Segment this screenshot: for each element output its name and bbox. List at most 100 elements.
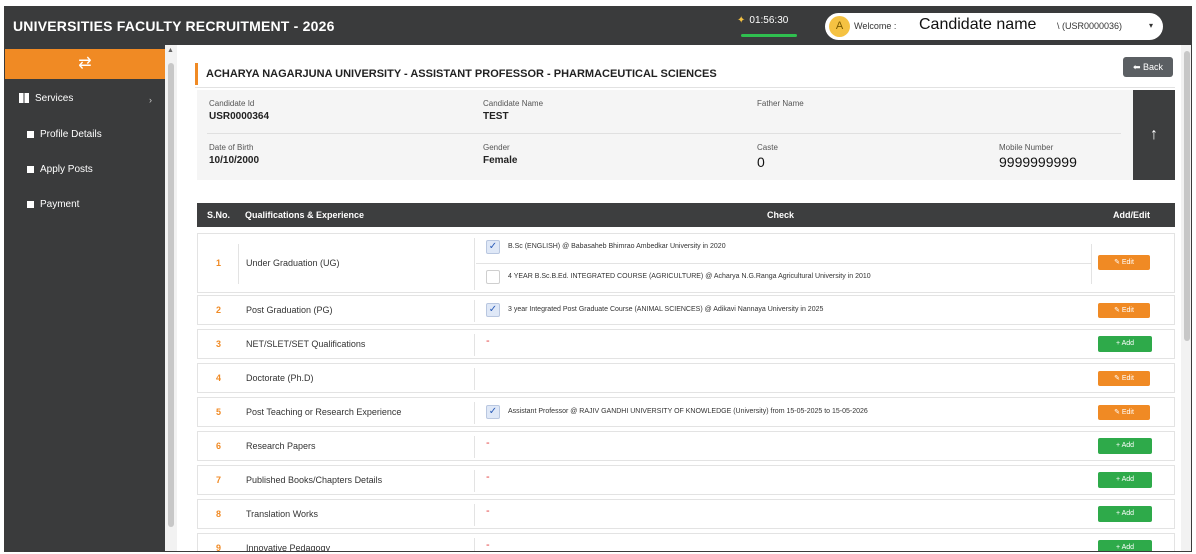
dob-label: Date of Birth xyxy=(209,143,254,152)
edit-label: Edit xyxy=(1121,259,1134,266)
sidebar-item-services[interactable]: Services xyxy=(19,93,73,104)
row-sno: 7 xyxy=(216,475,222,485)
scroll-to-top-button[interactable]: ↑ xyxy=(1133,90,1175,180)
sidebar-item-profile-details[interactable]: Profile Details xyxy=(27,129,102,140)
table-row: 2 Post Graduation (PG) ✓ 3 year Integrat… xyxy=(197,295,1175,325)
chevron-down-icon[interactable]: ▾ xyxy=(1149,21,1153,30)
edit-label: Edit xyxy=(1121,307,1134,314)
candidate-name-value: TEST xyxy=(483,111,509,122)
back-button[interactable]: ⬅ Back xyxy=(1123,57,1173,77)
top-bar: UNIVERSITIES FACULTY RECRUITMENT - 2026 … xyxy=(5,7,1191,45)
dob-value: 10/10/2000 xyxy=(209,155,260,166)
gender-value: Female xyxy=(483,155,518,166)
scrollbar-thumb[interactable] xyxy=(1184,51,1190,341)
main-content: ACHARYA NAGARJUNA UNIVERSITY - ASSISTANT… xyxy=(177,45,1181,552)
column-header-add-edit: Add/Edit xyxy=(1113,210,1150,220)
row-sno: 8 xyxy=(216,509,222,519)
add-button[interactable]: + Add xyxy=(1098,472,1152,488)
qualification-checkbox[interactable]: ✓ xyxy=(486,405,500,419)
square-icon xyxy=(27,130,34,138)
row-sno: 2 xyxy=(216,305,222,315)
candidate-name: Candidate name xyxy=(919,16,1037,33)
qualification-detail: 3 year Integrated Post Graduate Course (… xyxy=(508,306,824,313)
grid-icon xyxy=(19,93,29,104)
edit-button[interactable]: ✎ Edit xyxy=(1098,303,1150,318)
sidebar-item-label: Payment xyxy=(40,199,80,210)
qualification-checkbox[interactable]: ✓ xyxy=(486,240,500,254)
add-label: + Add xyxy=(1115,340,1135,347)
divider xyxy=(474,436,475,458)
table-row: 8 Translation Works - + Add xyxy=(197,499,1175,529)
row-qualification: Translation Works xyxy=(246,509,319,519)
add-label: + Add xyxy=(1115,510,1135,517)
add-button[interactable]: + Add xyxy=(1098,506,1152,522)
table-row: 6 Research Papers - + Add xyxy=(197,431,1175,461)
divider xyxy=(195,87,1175,88)
sidebar-item-payment[interactable]: Payment xyxy=(27,199,79,210)
row-qualification: Doctorate (Ph.D) xyxy=(246,373,314,383)
candidate-id-value: USR0000364 xyxy=(209,111,270,122)
row-sno: 6 xyxy=(216,441,222,451)
edit-icon: ✎ xyxy=(1114,409,1122,416)
candidate-name-label: Candidate Name xyxy=(483,99,544,108)
qualification-checkbox[interactable] xyxy=(486,270,500,284)
column-header-sno: S.No. xyxy=(207,210,231,220)
scrollbar-thumb[interactable] xyxy=(168,63,174,527)
divider xyxy=(474,238,475,290)
session-timer: ✦ 01:56:30 xyxy=(737,15,788,26)
row-sno: 5 xyxy=(216,407,222,417)
divider xyxy=(474,300,475,322)
add-button[interactable]: + Add xyxy=(1098,540,1152,551)
timer-icon: ✦ xyxy=(737,15,746,26)
divider xyxy=(476,263,1092,264)
qualification-detail: B.Sc (ENGLISH) @ Babasaheb Bhimrao Ambed… xyxy=(508,243,726,250)
app-title: UNIVERSITIES FACULTY RECRUITMENT - 2026 xyxy=(13,18,335,34)
edit-button[interactable]: ✎ Edit xyxy=(1098,255,1150,270)
empty-indicator: - xyxy=(486,335,490,347)
divider xyxy=(1091,244,1092,284)
edit-button[interactable]: ✎ Edit xyxy=(1098,405,1150,420)
row-sno: 4 xyxy=(216,373,222,383)
divider xyxy=(474,402,475,424)
sidebar-toggle-button[interactable]: ⇄ xyxy=(5,49,165,79)
empty-indicator: - xyxy=(486,539,490,551)
qualification-checkbox[interactable]: ✓ xyxy=(486,303,500,317)
sidebar-item-label: Services xyxy=(35,93,74,104)
main-scrollbar[interactable] xyxy=(1181,45,1191,551)
square-icon xyxy=(27,200,34,208)
divider xyxy=(474,538,475,551)
scroll-up-icon[interactable]: ▲ xyxy=(167,47,174,54)
divider xyxy=(474,504,475,526)
divider xyxy=(207,133,1121,134)
back-label: Back xyxy=(1143,62,1164,72)
row-qualification: Research Papers xyxy=(246,441,316,451)
app-window: UNIVERSITIES FACULTY RECRUITMENT - 2026 … xyxy=(4,6,1192,552)
page-title: ACHARYA NAGARJUNA UNIVERSITY - ASSISTANT… xyxy=(195,63,717,85)
empty-indicator: - xyxy=(486,471,490,483)
add-button[interactable]: + Add xyxy=(1098,336,1152,352)
timer-value: 01:56:30 xyxy=(749,15,789,26)
back-arrow-icon: ⬅ xyxy=(1132,62,1144,72)
candidate-info-panel: Candidate Id USR0000364 Candidate Name T… xyxy=(197,90,1133,180)
user-menu[interactable]: A Welcome : Candidate name \ (USR0000036… xyxy=(825,13,1163,40)
row-sno: 3 xyxy=(216,339,222,349)
add-button[interactable]: + Add xyxy=(1098,438,1152,454)
empty-indicator: - xyxy=(486,505,490,517)
column-header-qualifications: Qualifications & Experience xyxy=(245,210,365,220)
divider xyxy=(474,334,475,356)
divider xyxy=(474,368,475,390)
table-row: 9 Innovative Pedagogy - + Add xyxy=(197,533,1175,552)
row-sno: 9 xyxy=(216,543,222,552)
edit-label: Edit xyxy=(1121,409,1134,416)
welcome-label: Welcome : xyxy=(854,21,897,31)
sidebar: ⇄ Services › Profile Details Apply Posts… xyxy=(5,45,165,551)
row-qualification: NET/SLET/SET Qualifications xyxy=(246,339,366,349)
table-row: 1 Under Graduation (UG) ✓ B.Sc (ENGLISH)… xyxy=(197,233,1175,293)
column-header-check: Check xyxy=(767,210,795,220)
divider xyxy=(474,470,475,492)
edit-icon: ✎ xyxy=(1114,307,1122,314)
sidebar-scrollbar[interactable]: ▲ xyxy=(165,45,177,551)
table-header: S.No. Qualifications & Experience Check … xyxy=(197,203,1175,227)
edit-button[interactable]: ✎ Edit xyxy=(1098,371,1150,386)
sidebar-item-apply-posts[interactable]: Apply Posts xyxy=(27,164,93,175)
